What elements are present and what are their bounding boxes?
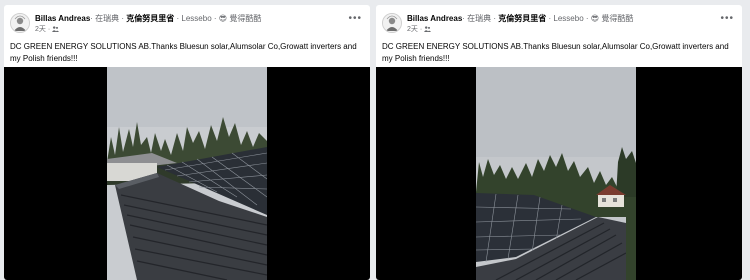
post-time-row: 2天 · (35, 25, 60, 34)
video-player[interactable] (4, 67, 370, 280)
sunglasses-icon: 😎 (218, 14, 228, 23)
avatar[interactable] (382, 13, 402, 33)
author-name[interactable]: Billas Andreas (35, 14, 90, 23)
video-frame (476, 67, 636, 280)
post-timestamp[interactable]: 2天 · (35, 26, 50, 33)
post-timestamp[interactable]: 2天 · (407, 26, 422, 33)
post-meta: Billas Andreas· 在瑞典 · 克倫努貝里省 · Lessebo ·… (35, 14, 261, 24)
feeling-separator: · (583, 14, 591, 23)
friends-icon (52, 26, 60, 33)
video-frame (107, 67, 267, 280)
post-time-row: 2天 · (407, 25, 432, 34)
location-prefix: · 在瑞典 · (462, 14, 499, 23)
avatar[interactable] (10, 13, 30, 33)
post-card: Billas Andreas· 在瑞典 · 克倫努貝里省 · Lessebo ·… (4, 5, 370, 280)
location-city[interactable]: Lessebo (553, 14, 583, 23)
more-options-button[interactable]: ••• (720, 14, 734, 24)
location-region[interactable]: 克倫努貝里省 (126, 14, 174, 23)
video-player[interactable] (376, 67, 742, 280)
sunglasses-icon: 😎 (590, 14, 600, 23)
post-header: Billas Andreas· 在瑞典 · 克倫努貝里省 · Lessebo ·… (376, 5, 742, 41)
post-meta: Billas Andreas· 在瑞典 · 克倫努貝里省 · Lessebo ·… (407, 14, 633, 24)
post-card: Billas Andreas· 在瑞典 · 克倫努貝里省 · Lessebo ·… (376, 5, 742, 280)
location-region[interactable]: 克倫努貝里省 (498, 14, 546, 23)
feeling-text: 覺得酷酷 (599, 14, 634, 23)
post-caption: DC GREEN ENERGY SOLUTIONS AB.Thanks Blue… (10, 42, 357, 63)
feeling-separator: · (211, 14, 219, 23)
feeling-text: 覺得酷酷 (227, 14, 262, 23)
location-city[interactable]: Lessebo (181, 14, 211, 23)
friends-icon (424, 26, 432, 33)
post-caption: DC GREEN ENERGY SOLUTIONS AB.Thanks Blue… (382, 42, 729, 63)
location-prefix: · 在瑞典 · (90, 14, 127, 23)
more-options-button[interactable]: ••• (348, 14, 362, 24)
post-header: Billas Andreas· 在瑞典 · 克倫努貝里省 · Lessebo ·… (4, 5, 370, 41)
author-name[interactable]: Billas Andreas (407, 14, 462, 23)
